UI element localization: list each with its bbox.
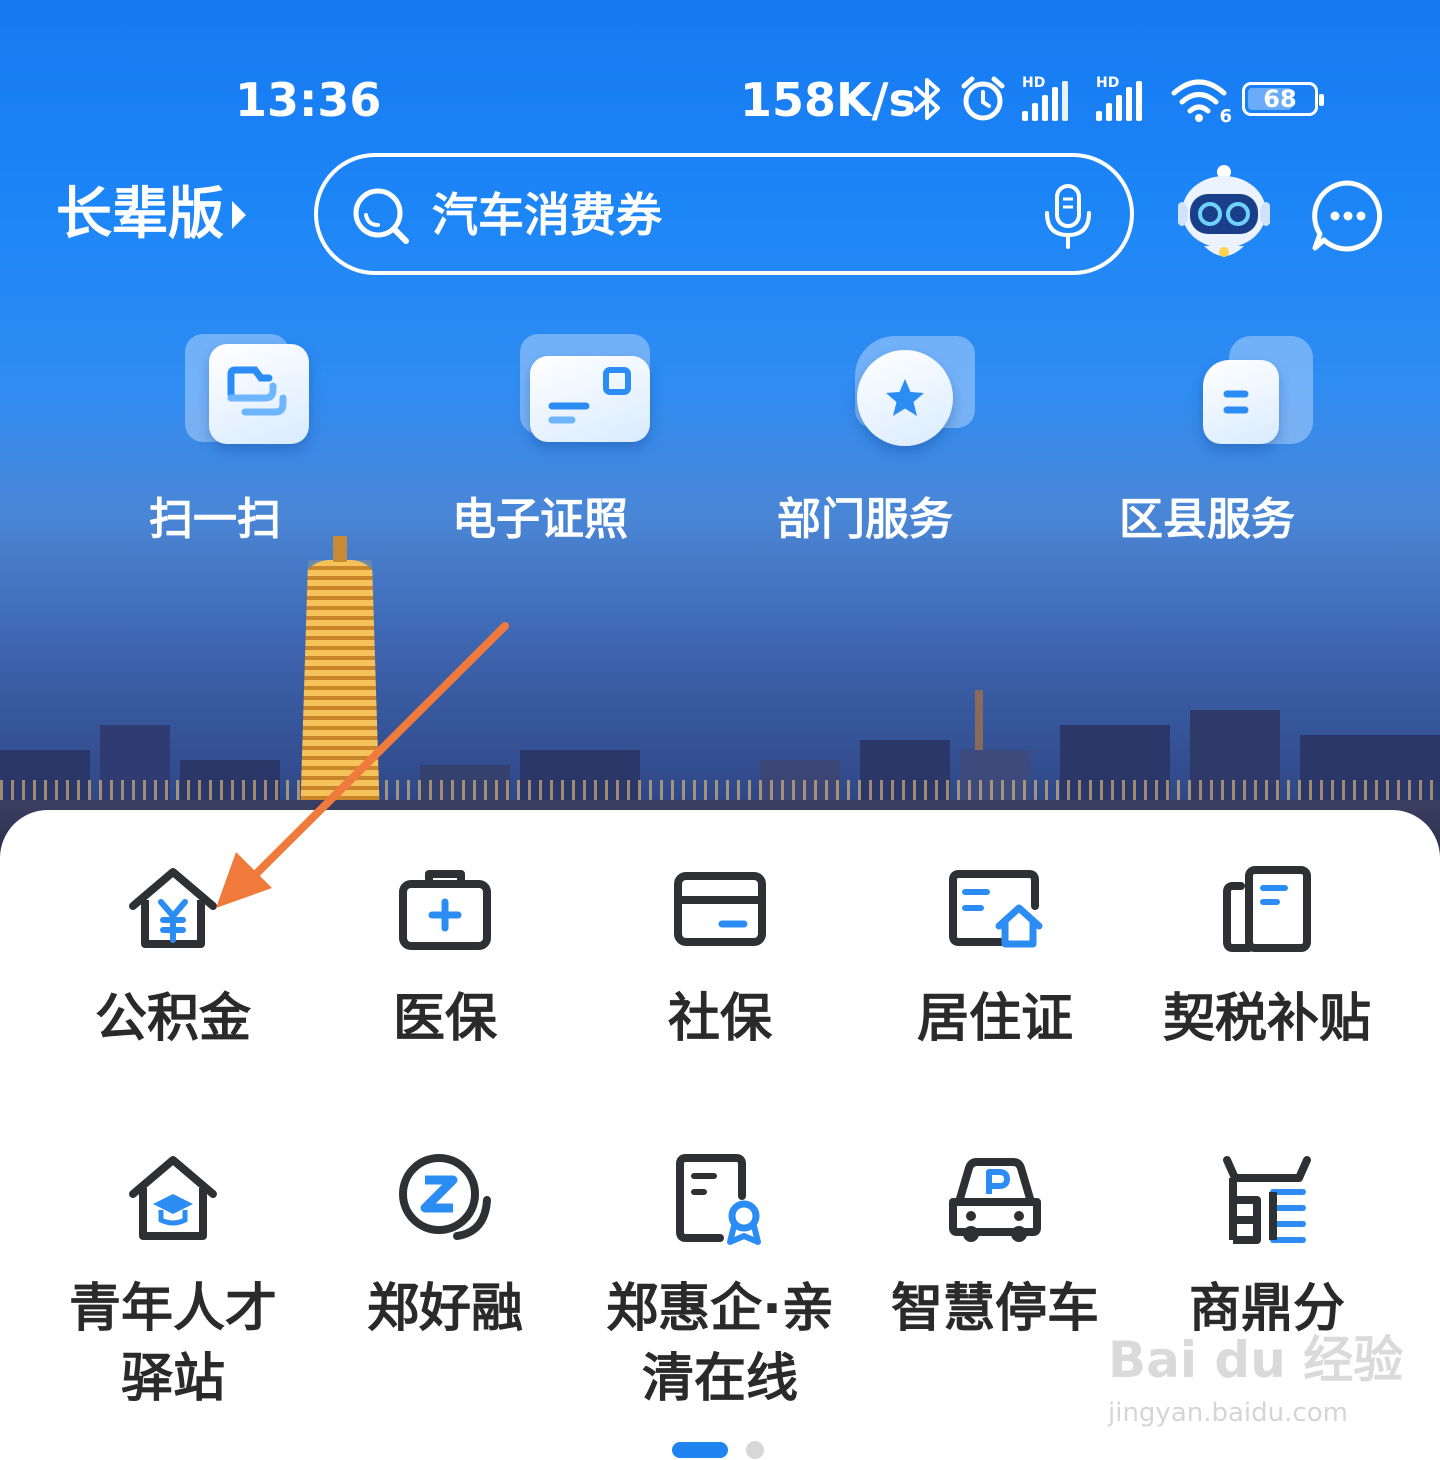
service-zheng-hao-rong[interactable]: 郑好融 xyxy=(310,1152,580,1344)
landmark-tower xyxy=(300,560,380,820)
service-label-line2: 清在线 xyxy=(641,1349,798,1409)
service-label: 智慧停车 xyxy=(890,1279,1099,1339)
chevron-right-icon xyxy=(232,201,246,229)
alarm-icon xyxy=(961,76,1005,121)
enterprise-online-icon xyxy=(676,1154,761,1245)
wifi-icon: 6 xyxy=(1170,75,1232,127)
service-residence-permit[interactable]: 居住证 xyxy=(860,862,1130,1054)
medical-insurance-icon xyxy=(399,870,491,950)
service-enterprise-online[interactable]: 郑惠企·亲 清在线 xyxy=(585,1152,855,1414)
status-icons: HD HD 6 68 xyxy=(910,74,1324,127)
service-label: 医保 xyxy=(392,989,497,1049)
signal-hd-label: HD xyxy=(1096,75,1120,91)
message-icon[interactable] xyxy=(1310,178,1386,254)
watermark-url: jingyan.baidu.com xyxy=(1108,1398,1348,1428)
service-label: 青年人才 驿站 xyxy=(38,1274,308,1414)
service-label: 郑好融 xyxy=(366,1279,523,1339)
service-label: 居住证 xyxy=(916,989,1073,1049)
search-input[interactable]: 汽车消费券 xyxy=(432,183,662,247)
battery-level: 68 xyxy=(1263,85,1297,113)
deed-tax-subsidy-icon xyxy=(1223,866,1311,952)
wifi-label: 6 xyxy=(1219,106,1232,127)
service-label-line1: 郑惠企·亲 xyxy=(606,1279,834,1339)
residence-permit-icon xyxy=(949,870,1043,948)
quick-action-scan[interactable]: 扫一扫 xyxy=(105,330,325,550)
quick-action-district-service[interactable]: 区县服务 xyxy=(1097,330,1317,550)
quick-action-label: 电子证照 xyxy=(452,494,628,545)
service-deed-tax-subsidy[interactable]: 契税补贴 xyxy=(1132,862,1402,1054)
signal-icon: HD xyxy=(1096,75,1156,121)
zheng-hao-rong-icon xyxy=(399,1154,491,1240)
page-dot-active[interactable] xyxy=(672,1442,728,1458)
elder-mode-label: 长辈版 xyxy=(56,182,224,247)
quick-action-label: 扫一扫 xyxy=(149,494,281,545)
shangding-score-icon xyxy=(1223,1156,1311,1244)
service-label-line2: 驿站 xyxy=(120,1349,225,1409)
service-label: 郑惠企·亲 清在线 xyxy=(585,1274,855,1414)
service-label-line1: 青年人才 xyxy=(68,1279,277,1339)
page-indicator xyxy=(672,1441,764,1459)
scan-icon xyxy=(155,330,309,450)
service-medical-insurance[interactable]: 医保 xyxy=(310,862,580,1054)
service-social-security[interactable]: 社保 xyxy=(585,862,855,1054)
e-license-icon xyxy=(480,330,650,450)
watermark-logo: Bai du 经验 xyxy=(1108,1331,1404,1389)
page-dot[interactable] xyxy=(746,1441,764,1459)
signal-icon: HD xyxy=(1022,75,1082,121)
service-smart-parking[interactable]: 智慧停车 xyxy=(860,1152,1130,1344)
quick-action-department-service[interactable]: 部门服务 xyxy=(755,330,975,550)
smart-parking-icon xyxy=(949,1158,1041,1242)
social-security-icon xyxy=(674,872,766,946)
status-net-speed: 158K/s xyxy=(740,73,916,127)
department-service-icon xyxy=(805,330,975,450)
status-time: 13:36 xyxy=(235,73,382,127)
housing-fund-icon xyxy=(129,868,217,948)
service-housing-fund[interactable]: 公积金 xyxy=(38,862,308,1054)
search-bar[interactable]: 汽车消费券 xyxy=(314,153,1134,275)
youth-talent-icon xyxy=(129,1156,217,1240)
quick-action-e-license[interactable]: 电子证照 xyxy=(430,330,650,550)
service-youth-talent[interactable]: 青年人才 驿站 xyxy=(38,1152,308,1414)
signal-hd-label: HD xyxy=(1022,75,1046,91)
battery-icon: 68 xyxy=(1242,82,1324,116)
service-label: 公积金 xyxy=(94,989,251,1049)
service-label: 社保 xyxy=(667,989,772,1049)
landmark-tower-top xyxy=(333,536,347,562)
quick-action-label: 区县服务 xyxy=(1119,494,1295,545)
service-label: 契税补贴 xyxy=(1162,989,1371,1049)
quick-action-label: 部门服务 xyxy=(777,494,953,545)
ai-assistant-robot-icon[interactable] xyxy=(1178,162,1270,268)
district-service-icon xyxy=(1147,330,1313,450)
elder-mode-button[interactable]: 长辈版 xyxy=(56,180,246,250)
microphone-icon[interactable] xyxy=(1040,183,1096,251)
bluetooth-icon xyxy=(914,78,940,120)
service-shangding-score[interactable]: 商鼎分 xyxy=(1132,1152,1402,1344)
search-icon xyxy=(353,188,409,244)
